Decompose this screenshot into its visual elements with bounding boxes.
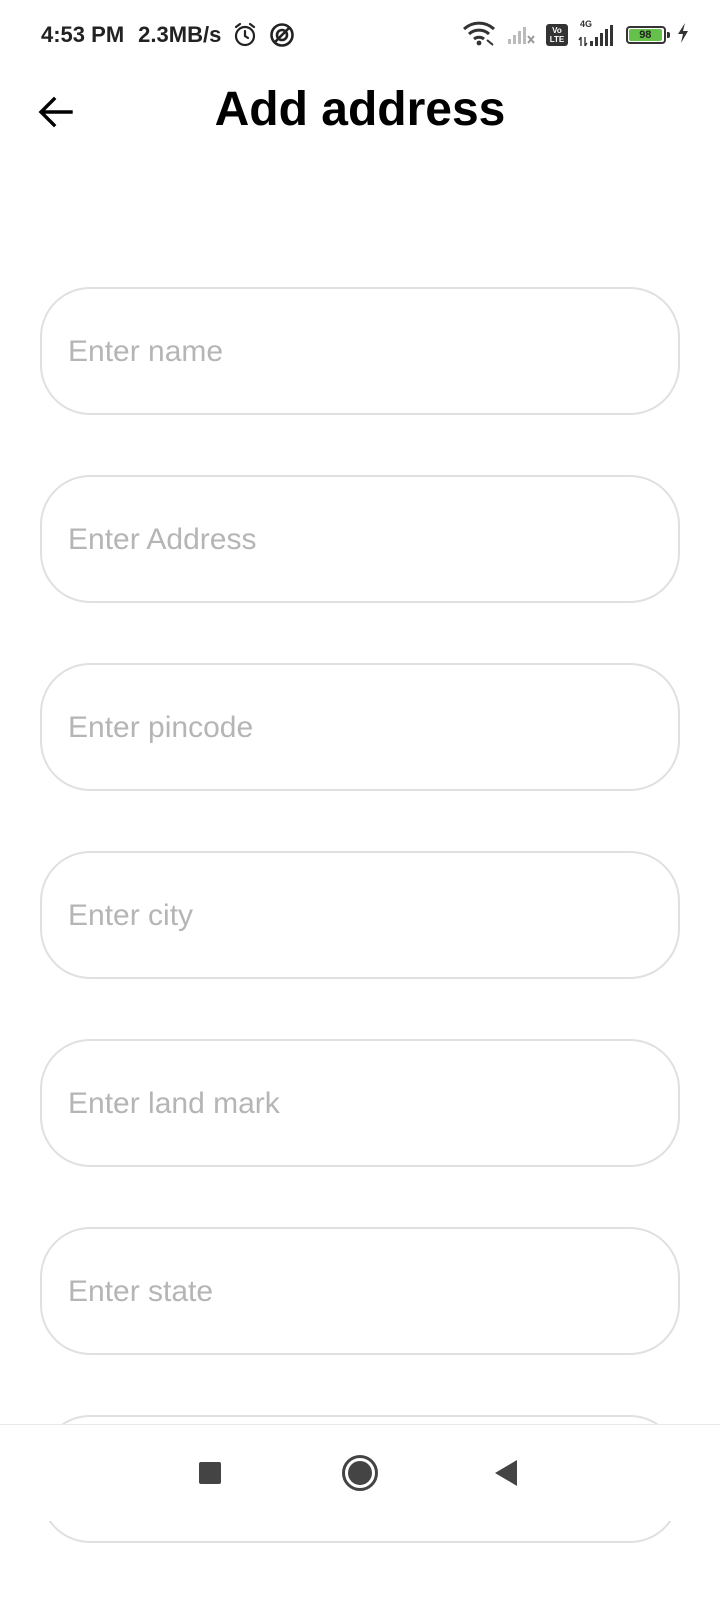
- nav-back-button[interactable]: [480, 1449, 532, 1497]
- network-speed: 2.3MB/s: [138, 22, 222, 47]
- back-triangle-icon: [495, 1460, 517, 1486]
- signal-icon: [506, 21, 536, 50]
- battery-nub: [667, 32, 670, 38]
- home-button[interactable]: [334, 1449, 386, 1497]
- volte-bottom-label: LTE: [549, 35, 565, 44]
- pincode-field: [40, 663, 680, 791]
- city-input[interactable]: [66, 853, 660, 979]
- state-field: [40, 1227, 680, 1355]
- alarm-icon: [233, 22, 257, 48]
- signal-4g-icon: 4G: [578, 19, 616, 48]
- name-input[interactable]: [66, 289, 660, 415]
- city-field: [40, 851, 680, 979]
- state-input[interactable]: [66, 1229, 660, 1355]
- home-circle-icon: [342, 1455, 378, 1491]
- landmark-field: [40, 1039, 680, 1167]
- landmark-input[interactable]: [66, 1041, 660, 1167]
- volte-icon: Vo LTE: [546, 24, 568, 46]
- hotspot-icon: [269, 22, 295, 48]
- status-time: 4:53 PM: [41, 22, 125, 47]
- charging-icon: [676, 22, 690, 49]
- volte-top-label: Vo: [552, 26, 562, 35]
- recents-button[interactable]: [184, 1449, 236, 1497]
- recents-square-icon: [199, 1462, 221, 1484]
- status-bar-left: 4:53 PM 2.3MB/s: [41, 21, 295, 49]
- battery-level: 98: [629, 29, 662, 41]
- status-bar: 4:53 PM 2.3MB/s Vo LTE 4G 98: [0, 0, 720, 70]
- pincode-input[interactable]: [66, 665, 660, 791]
- wifi-icon: [462, 20, 496, 51]
- address-form: [40, 287, 680, 1603]
- navigation-bar: [0, 1424, 720, 1521]
- page-title: Add address: [214, 83, 506, 136]
- battery-icon: 98: [626, 26, 670, 44]
- address-input[interactable]: [66, 477, 660, 603]
- status-bar-right: Vo LTE 4G 98: [462, 19, 690, 51]
- name-field: [40, 287, 680, 415]
- address-field: [40, 475, 680, 603]
